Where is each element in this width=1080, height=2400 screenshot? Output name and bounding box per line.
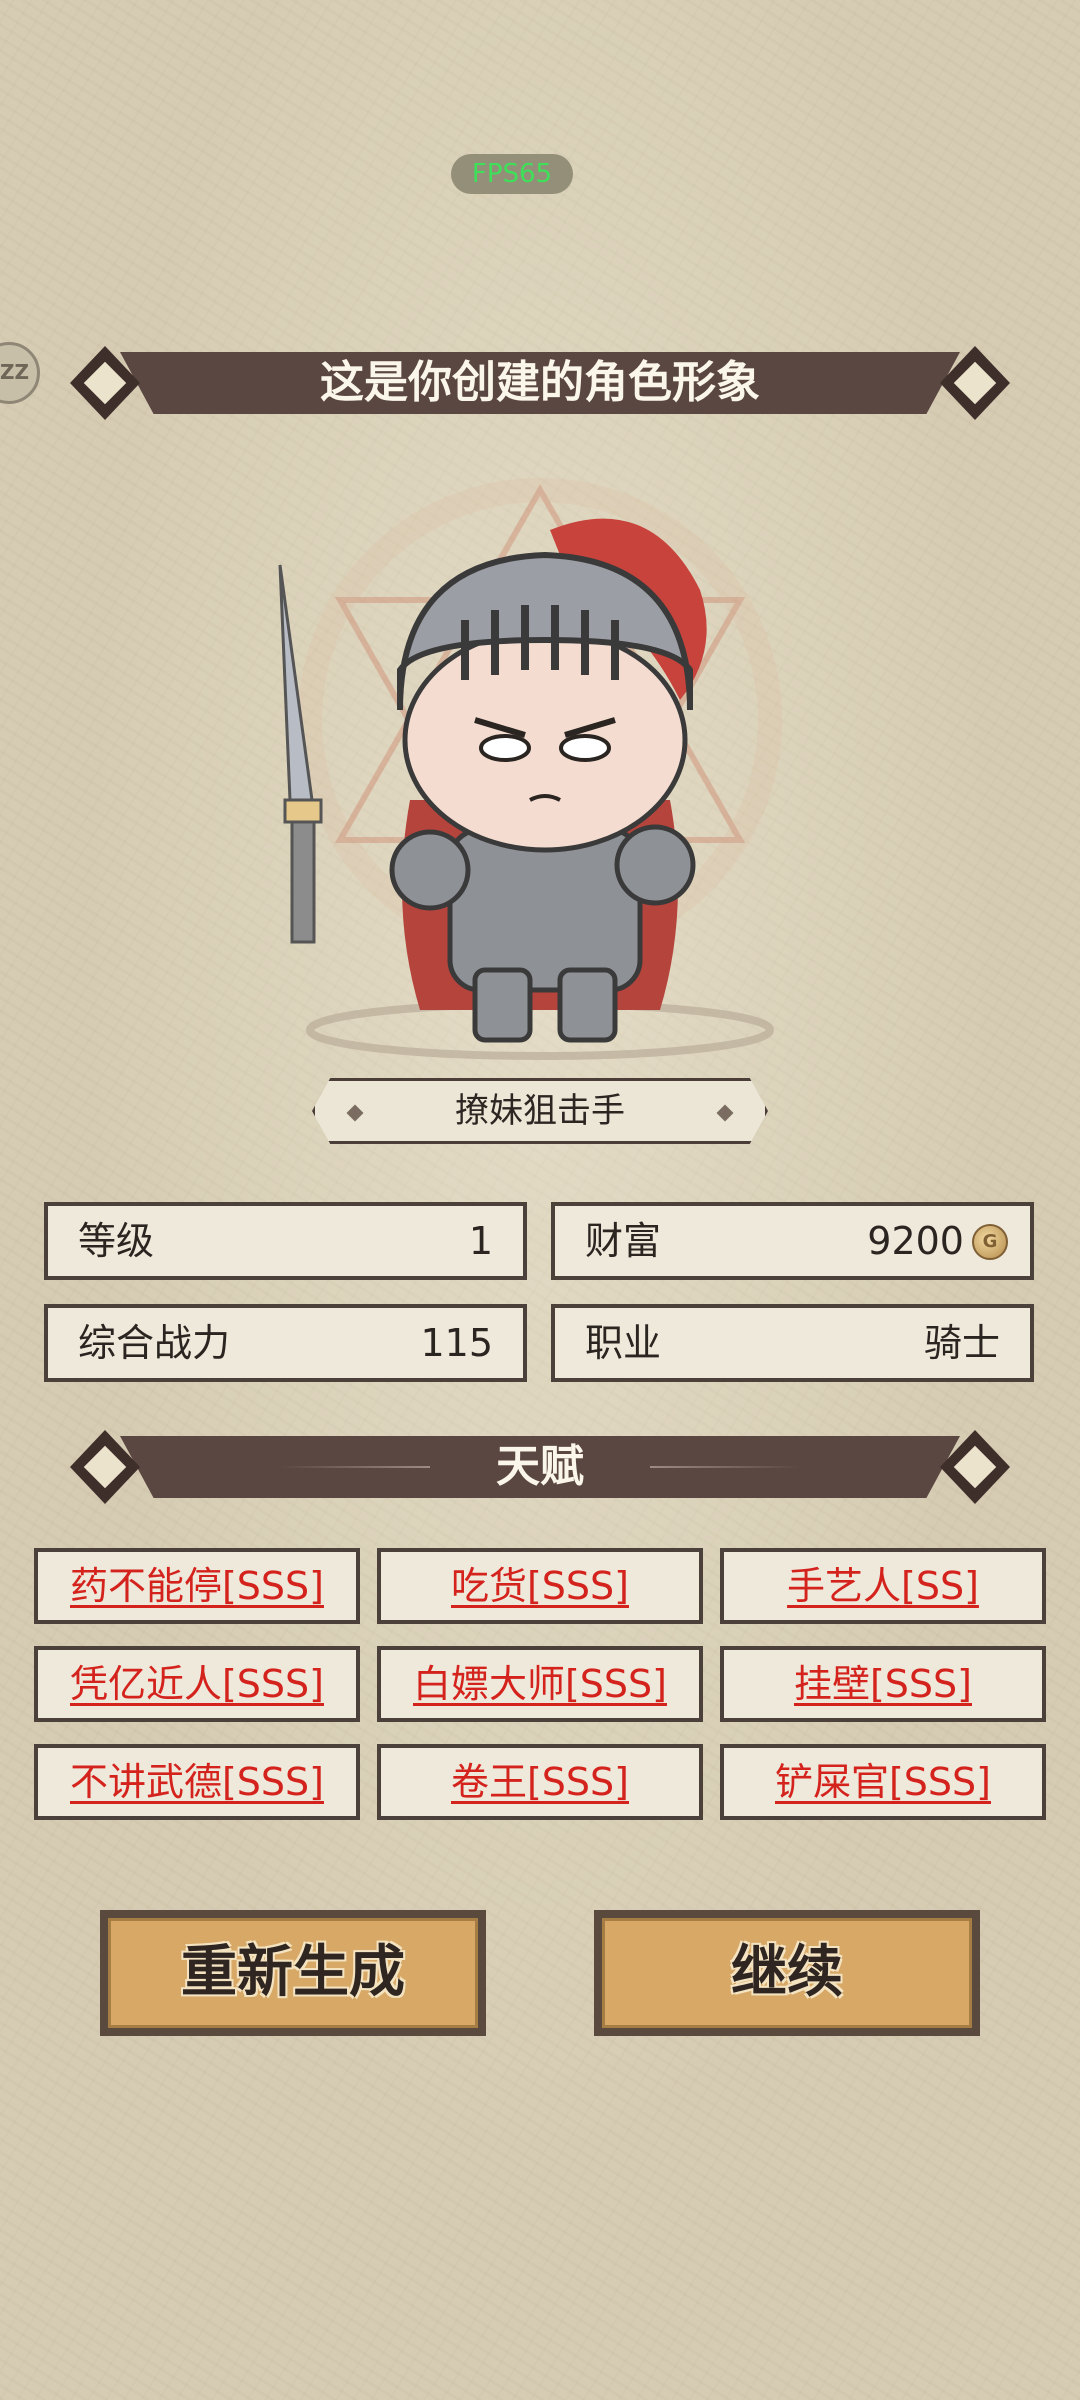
talent-card[interactable]: 不讲武德[SSS] — [34, 1744, 360, 1820]
talent-card[interactable]: 手艺人[SS] — [720, 1548, 1046, 1624]
stat-class: 职业 骑士 — [551, 1304, 1034, 1382]
talent-link[interactable]: 铲屎官[SSS] — [724, 1748, 1042, 1816]
talent-link[interactable]: 卷王[SSS] — [381, 1748, 699, 1816]
regenerate-button-label: 重新生成 — [181, 1940, 405, 2005]
talent-card[interactable]: 药不能停[SSS] — [34, 1548, 360, 1624]
stat-level-label: 等级 — [78, 1219, 155, 1263]
stat-class-value: 骑士 — [923, 1321, 1000, 1365]
talent-link[interactable]: 不讲武德[SSS] — [38, 1748, 356, 1816]
character-name-plate: 撩妹狙击手 — [312, 1078, 768, 1144]
knight-character-icon — [278, 478, 782, 1060]
talent-card[interactable]: 白嫖大师[SSS] — [377, 1646, 703, 1722]
stat-level: 等级 1 — [44, 1202, 527, 1280]
talent-card[interactable]: 挂壁[SSS] — [720, 1646, 1046, 1722]
stat-power-value: 115 — [420, 1321, 493, 1365]
header-banner: 这是你创建的角色形象 — [70, 346, 1010, 420]
talents-title: 天赋 — [496, 1441, 584, 1492]
stat-wealth-label: 财富 — [585, 1219, 662, 1263]
talents-banner: 天赋 — [70, 1430, 1010, 1504]
side-button-icon: ZZ — [0, 360, 29, 384]
talent-card[interactable]: 吃货[SSS] — [377, 1548, 703, 1624]
continue-button[interactable]: 继续 — [594, 1910, 980, 2036]
stat-power: 综合战力 115 — [44, 1304, 527, 1382]
fps-counter: FPS65 — [451, 154, 573, 194]
stat-power-label: 综合战力 — [78, 1321, 231, 1365]
talent-link[interactable]: 挂壁[SSS] — [724, 1650, 1042, 1718]
regenerate-button[interactable]: 重新生成 — [100, 1910, 486, 2036]
talent-link[interactable]: 凭亿近人[SSS] — [38, 1650, 356, 1718]
coin-icon: G — [972, 1224, 1008, 1260]
character-name: 撩妹狙击手 — [455, 1091, 625, 1131]
talent-link[interactable]: 药不能停[SSS] — [38, 1552, 356, 1620]
talent-card[interactable]: 卷王[SSS] — [377, 1744, 703, 1820]
talent-card[interactable]: 铲屎官[SSS] — [720, 1744, 1046, 1820]
side-button[interactable]: ZZ — [0, 342, 40, 404]
stat-class-label: 职业 — [585, 1321, 662, 1365]
talent-link[interactable]: 手艺人[SS] — [724, 1552, 1042, 1620]
continue-button-label: 继续 — [731, 1940, 843, 2005]
stat-wealth-value: 9200 — [867, 1219, 964, 1263]
stat-wealth: 财富 9200 G — [551, 1202, 1034, 1280]
stat-level-value: 1 — [468, 1219, 493, 1263]
talent-link[interactable]: 白嫖大师[SSS] — [381, 1650, 699, 1718]
talent-link[interactable]: 吃货[SSS] — [381, 1552, 699, 1620]
talent-card[interactable]: 凭亿近人[SSS] — [34, 1646, 360, 1722]
character-portrait — [250, 470, 830, 1060]
page-title: 这是你创建的角色形象 — [320, 357, 760, 408]
